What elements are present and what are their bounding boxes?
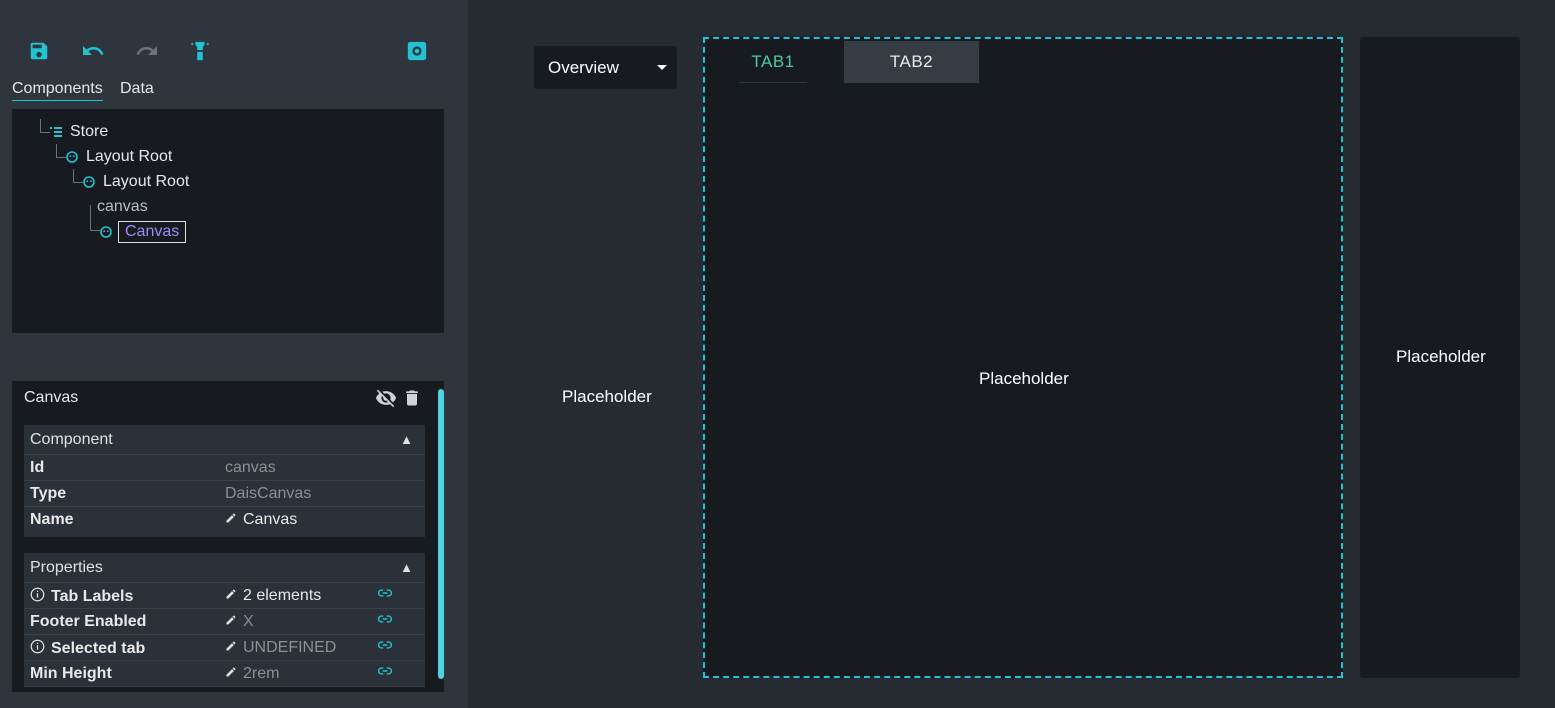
props-panel-title: Canvas <box>24 389 79 406</box>
save-icon[interactable] <box>26 38 52 64</box>
tree-node-layout-root-child[interactable]: Layout Root <box>73 169 190 191</box>
prop-key: Type <box>30 485 67 502</box>
caret-down-icon <box>657 65 667 70</box>
pencil-icon[interactable] <box>225 511 237 529</box>
pencil-icon[interactable] <box>225 639 237 657</box>
prop-row-footer-enabled[interactable]: Footer Enabled X <box>24 609 425 635</box>
prop-key: Id <box>30 459 45 476</box>
properties-panel: Canvas Component ▲ Id canvas Type DaisCa… <box>12 381 444 692</box>
collapse-up-icon[interactable]: ▲ <box>400 560 413 575</box>
pencil-icon[interactable] <box>225 665 237 683</box>
link-icon[interactable] <box>377 611 393 629</box>
tree-node-slot-canvas: canvas <box>97 198 148 216</box>
tree-node-label: Store <box>70 123 109 140</box>
pencil-icon[interactable] <box>225 613 237 631</box>
prop-value[interactable]: Canvas <box>225 511 297 529</box>
prop-key: Selected tab <box>30 639 145 659</box>
props-scrollbar[interactable] <box>438 389 444 679</box>
prop-key: Name <box>30 511 74 528</box>
prop-value[interactable]: X <box>225 613 254 631</box>
props-panel-actions <box>374 387 422 414</box>
tab-data[interactable]: Data <box>120 80 154 98</box>
prop-value: canvas <box>225 459 276 476</box>
prop-row-tab-labels[interactable]: Tab Labels 2 elements <box>24 583 425 609</box>
tree-node-label: Layout Root <box>86 148 173 165</box>
component-icon <box>83 176 95 188</box>
settings-icon[interactable] <box>404 38 430 64</box>
canvas-tab-2[interactable]: TAB2 <box>844 41 979 83</box>
component-icon <box>100 226 112 238</box>
pencil-icon[interactable] <box>225 587 237 605</box>
left-panel: Components Data Store Layout Root Layout… <box>0 0 468 708</box>
right-column: Placeholder <box>1360 37 1520 678</box>
prop-key: Min Height <box>30 665 112 682</box>
overview-dropdown[interactable]: Overview <box>534 46 677 89</box>
link-icon[interactable] <box>377 663 393 681</box>
properties-section: Properties ▲ Tab Labels 2 elements Foote… <box>24 553 425 687</box>
tree-node-label: Layout Root <box>103 173 190 190</box>
left-placeholder: Placeholder <box>562 387 652 406</box>
toolbar <box>24 38 434 64</box>
info-icon[interactable] <box>30 639 45 659</box>
prop-row-selected-tab[interactable]: Selected tab UNDEFINED <box>24 635 425 661</box>
component-tree: Store Layout Root Layout Root canvas Can… <box>12 109 444 333</box>
link-icon[interactable] <box>377 585 393 603</box>
prop-value[interactable]: 2 elements <box>225 587 321 605</box>
section-title: Properties <box>30 558 103 576</box>
prop-row-min-height[interactable]: Min Height 2rem <box>24 661 425 687</box>
redo-icon[interactable] <box>134 38 160 64</box>
prop-row-type: Type DaisCanvas <box>24 481 425 507</box>
store-list-icon <box>50 126 62 138</box>
dropdown-selected-value: Overview <box>548 57 619 77</box>
canvas-component[interactable]: TAB1 TAB2 Placeholder <box>703 37 1343 678</box>
visibility-off-icon[interactable] <box>374 387 398 414</box>
component-icon <box>66 151 78 163</box>
tree-node-canvas[interactable]: Canvas <box>90 205 187 243</box>
prop-value[interactable]: UNDEFINED <box>225 639 336 657</box>
component-section: Component ▲ Id canvas Type DaisCanvas Na… <box>24 425 425 537</box>
link-icon[interactable] <box>377 637 393 655</box>
prop-row-name[interactable]: Name Canvas <box>24 507 425 537</box>
undo-icon[interactable] <box>80 38 106 64</box>
prop-row-id: Id canvas <box>24 455 425 481</box>
tree-node-label-selected: Canvas <box>118 221 187 243</box>
prop-key: Footer Enabled <box>30 613 147 630</box>
trash-icon[interactable] <box>402 387 422 414</box>
prop-value: DaisCanvas <box>225 485 312 502</box>
info-icon[interactable] <box>30 587 45 607</box>
tree-node-store[interactable]: Store <box>40 119 109 141</box>
lightbulb-icon[interactable] <box>187 38 213 64</box>
component-section-header[interactable]: Component ▲ <box>24 425 425 455</box>
prop-key: Tab Labels <box>30 587 133 607</box>
section-title: Component <box>30 430 113 448</box>
canvas-placeholder: Placeholder <box>979 369 1069 388</box>
properties-section-header[interactable]: Properties ▲ <box>24 553 425 583</box>
tree-node-layout-root[interactable]: Layout Root <box>56 144 173 166</box>
collapse-up-icon[interactable]: ▲ <box>400 432 413 447</box>
right-placeholder: Placeholder <box>1396 347 1486 366</box>
tab-components[interactable]: Components <box>12 80 103 101</box>
canvas-tab-1[interactable]: TAB1 <box>739 41 807 83</box>
prop-value[interactable]: 2rem <box>225 665 279 683</box>
tree-slot-label: canvas <box>97 198 148 215</box>
